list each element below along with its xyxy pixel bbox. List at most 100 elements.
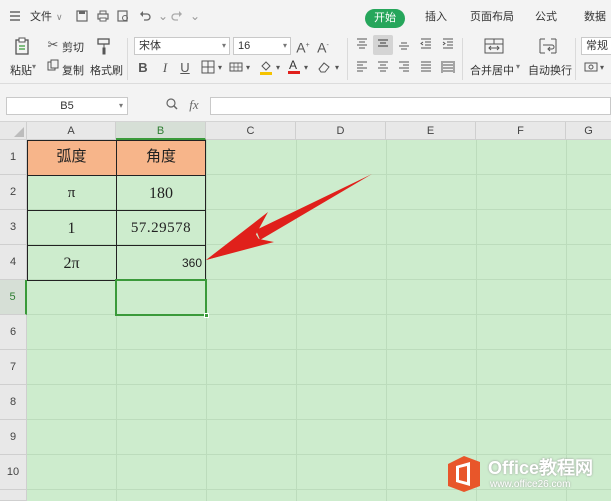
chevron-down-icon: ▾ xyxy=(118,101,123,110)
watermark-brand: Office教程网 xyxy=(488,458,594,478)
row-header-2[interactable]: 2 xyxy=(0,175,27,210)
fx-icon[interactable]: fx xyxy=(186,97,202,113)
copy-button[interactable]: 复制 xyxy=(62,62,84,78)
cut-button[interactable]: 剪切 xyxy=(62,39,84,55)
office-logo-icon xyxy=(448,456,480,492)
bold-icon[interactable]: B xyxy=(136,60,150,76)
chevron-down-icon: ▾ xyxy=(282,41,287,50)
row-header-6[interactable]: 6 xyxy=(0,315,27,350)
paste-dropdown-icon[interactable]: ▾ xyxy=(32,62,36,71)
annotation-arrow-icon xyxy=(206,174,372,260)
align-middle-icon[interactable] xyxy=(373,35,393,55)
name-box[interactable]: B5 ▾ xyxy=(6,97,128,115)
font-color-dropdown-icon[interactable]: ▾ xyxy=(302,60,310,76)
number-format-select[interactable]: 常规 xyxy=(581,37,611,55)
format-painter-button[interactable]: 格式刷 xyxy=(90,62,123,78)
distributed-icon[interactable] xyxy=(440,60,456,78)
column-header-g[interactable]: G xyxy=(566,122,611,140)
currency-icon[interactable] xyxy=(583,60,599,78)
merge-center-button[interactable]: 合并居中 xyxy=(470,62,514,78)
row-header-3[interactable]: 3 xyxy=(0,210,27,245)
merge-center-icon[interactable] xyxy=(483,36,505,56)
borders-icon[interactable] xyxy=(200,60,216,78)
tab-formulas[interactable]: 公式 xyxy=(535,0,557,32)
align-bottom-icon[interactable] xyxy=(396,37,412,55)
undo-icon[interactable] xyxy=(138,9,152,23)
row-header-8[interactable]: 8 xyxy=(0,385,27,420)
font-size-select[interactable]: 16 ▾ xyxy=(233,37,291,55)
print-icon[interactable] xyxy=(96,9,110,23)
align-center-icon[interactable] xyxy=(375,60,391,78)
format-painter-icon[interactable] xyxy=(95,36,113,56)
font-size-value: 16 xyxy=(238,40,251,52)
column-header-e[interactable]: E xyxy=(386,122,476,140)
file-menu-chevron-icon[interactable]: ∨ xyxy=(56,0,63,32)
table-borders xyxy=(27,140,206,281)
hamburger-icon[interactable] xyxy=(8,9,22,23)
undo-dropdown-icon[interactable]: ⌄ xyxy=(156,9,170,23)
redo-dropdown-icon[interactable]: ⌄ xyxy=(188,9,202,23)
row-header-7[interactable]: 7 xyxy=(0,350,27,385)
font-color-icon[interactable]: A xyxy=(287,58,301,78)
active-cell-b5[interactable] xyxy=(115,279,209,318)
fill-color-icon[interactable] xyxy=(258,59,274,79)
align-top-icon[interactable] xyxy=(354,37,370,55)
borders-dropdown-icon[interactable]: ▾ xyxy=(216,60,224,76)
decrease-font-icon[interactable]: A- xyxy=(315,38,331,56)
cell-style-icon[interactable] xyxy=(228,60,244,78)
ribbon: 粘贴 ▾ ✂ 剪切 复制 格式刷 宋体 ▾ 16 ▾ A+ A- B I U ▾… xyxy=(0,32,611,84)
number-format-value: 常规 xyxy=(586,40,608,52)
watermark: Office教程网 www.office26.com xyxy=(440,450,611,501)
chevron-down-icon: ▾ xyxy=(221,41,226,50)
menu-bar: 文件 ∨ ⌄ ⌄ 开始 插入 页面布局 公式 数据 xyxy=(0,0,611,32)
align-left-icon[interactable] xyxy=(354,60,370,78)
copy-icon[interactable] xyxy=(46,59,60,75)
fill-handle[interactable] xyxy=(204,313,209,318)
select-all-corner[interactable] xyxy=(0,122,27,140)
redo-icon[interactable] xyxy=(170,9,184,23)
tab-page-layout[interactable]: 页面布局 xyxy=(470,0,514,32)
row-header-5[interactable]: 5 xyxy=(0,280,27,315)
font-name-value: 宋体 xyxy=(139,40,161,52)
svg-text:A: A xyxy=(289,58,297,72)
cell-style-dropdown-icon[interactable]: ▾ xyxy=(244,60,252,76)
row-header-4[interactable]: 4 xyxy=(0,245,27,280)
fill-color-dropdown-icon[interactable]: ▾ xyxy=(274,60,282,76)
tab-insert[interactable]: 插入 xyxy=(425,0,447,32)
name-box-value: B5 xyxy=(60,100,74,112)
font-name-select[interactable]: 宋体 ▾ xyxy=(134,37,230,55)
column-header-a[interactable]: A xyxy=(27,122,116,140)
zoom-function-icon[interactable] xyxy=(164,97,180,115)
tab-data[interactable]: 数据 xyxy=(584,0,606,32)
paste-button[interactable]: 粘贴 xyxy=(10,62,32,78)
save-icon[interactable] xyxy=(75,9,89,23)
merge-dropdown-icon[interactable]: ▾ xyxy=(516,62,520,71)
wrap-text-icon[interactable] xyxy=(537,36,559,56)
row-header-1[interactable]: 1 xyxy=(0,140,27,175)
justify-icon[interactable] xyxy=(418,60,434,78)
watermark-url: www.office26.com xyxy=(490,479,571,490)
clear-format-dropdown-icon[interactable]: ▾ xyxy=(333,60,341,76)
clear-format-icon[interactable] xyxy=(316,60,332,78)
increase-font-icon[interactable]: A+ xyxy=(295,38,311,56)
italic-icon[interactable]: I xyxy=(158,60,172,76)
paste-icon[interactable] xyxy=(12,36,32,56)
column-header-d[interactable]: D xyxy=(296,122,386,140)
row-header-9[interactable]: 9 xyxy=(0,420,27,455)
decrease-indent-icon[interactable] xyxy=(418,37,434,55)
wrap-text-button[interactable]: 自动换行 xyxy=(528,62,572,78)
tab-home[interactable]: 开始 xyxy=(365,9,405,28)
column-header-b[interactable]: B xyxy=(116,122,206,140)
scissors-icon[interactable]: ✂ xyxy=(46,37,60,53)
print-preview-icon[interactable] xyxy=(116,9,130,23)
column-header-c[interactable]: C xyxy=(206,122,296,140)
row-header-10[interactable]: 10 xyxy=(0,455,27,490)
formula-input[interactable] xyxy=(210,97,611,115)
increase-indent-icon[interactable] xyxy=(440,37,456,55)
column-header-f[interactable]: F xyxy=(476,122,566,140)
align-right-icon[interactable] xyxy=(396,60,412,78)
currency-dropdown-icon[interactable]: ▾ xyxy=(598,60,606,76)
row-header-11[interactable] xyxy=(0,490,27,501)
file-menu[interactable]: 文件 xyxy=(30,0,52,32)
underline-icon[interactable]: U xyxy=(178,60,192,76)
